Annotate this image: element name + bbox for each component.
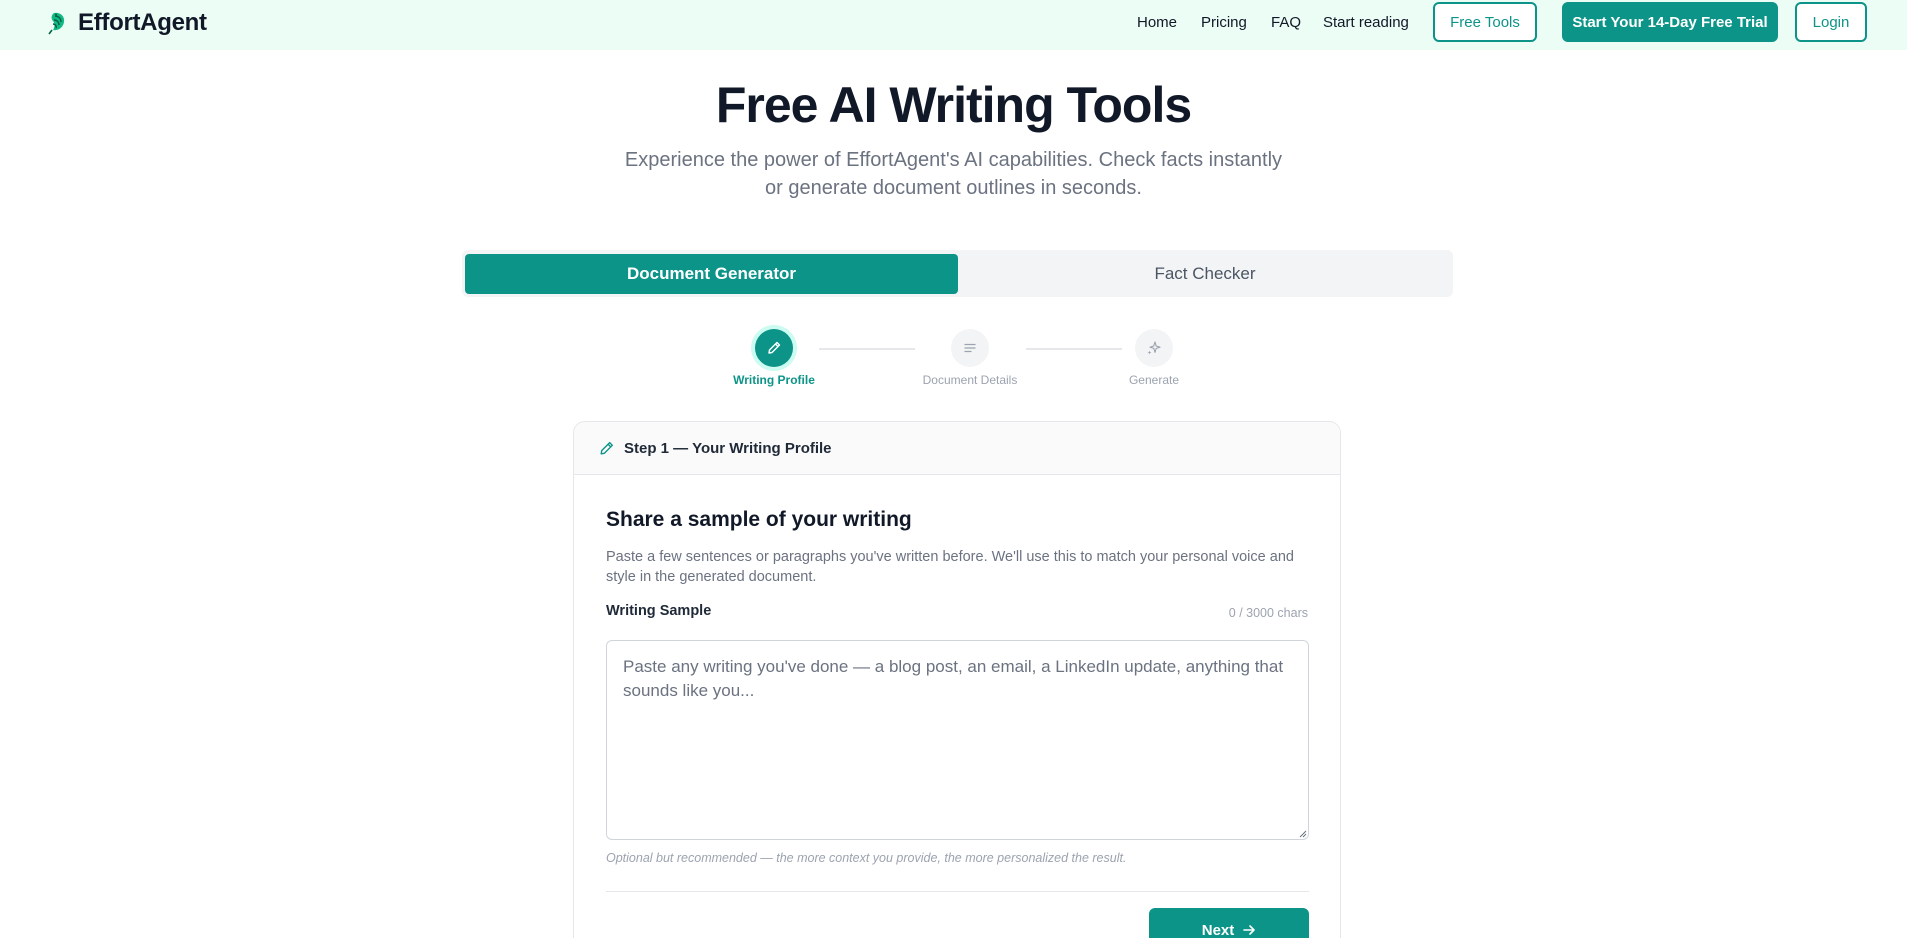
card-header: Step 1 — Your Writing Profile [574, 422, 1340, 475]
char-counter: 0 / 3000 chars [1228, 606, 1308, 620]
step-3-label: Generate [1128, 373, 1180, 387]
leaf-bird-icon [48, 12, 65, 35]
resize-handle-icon[interactable] [1297, 828, 1307, 838]
writing-sample-label: Writing Sample [606, 603, 712, 619]
section-title: Share a sample of your writing [606, 508, 912, 531]
card-header-title: Step 1 — Your Writing Profile [624, 439, 832, 457]
step-3-indicator [1135, 329, 1173, 367]
tab-fact-checker[interactable]: Fact Checker [960, 254, 1450, 294]
step-1-label: Writing Profile [733, 373, 815, 387]
pencil-icon [600, 441, 614, 455]
next-button-label: Next [1201, 921, 1235, 938]
tool-tabs: Document Generator Fact Checker [462, 250, 1453, 297]
nav-home[interactable]: Home [1137, 14, 1177, 31]
divider [606, 891, 1309, 892]
lines-icon [964, 343, 976, 353]
sparkles-icon [1147, 341, 1161, 355]
page-subtitle: Experience the power of EffortAgent's AI… [624, 149, 1283, 199]
next-button[interactable]: Next [1149, 908, 1309, 938]
step-connector [1026, 348, 1122, 350]
brand-name: EffortAgent [78, 9, 207, 36]
nav-pricing[interactable]: Pricing [1201, 14, 1247, 31]
step-2-label: Document Details [922, 373, 1018, 387]
nav-start-reading[interactable]: Start reading [1323, 14, 1409, 31]
writing-sample-textarea[interactable] [606, 640, 1309, 840]
brand-logo[interactable]: EffortAgent [46, 9, 207, 37]
helper-text: Optional but recommended — the more cont… [606, 851, 1127, 865]
arrow-right-icon [1243, 925, 1256, 935]
section-description: Paste a few sentences or paragraphs you'… [606, 549, 1294, 585]
page-title: Free AI Writing Tools [715, 77, 1192, 133]
pencil-icon [768, 341, 781, 354]
start-trial-button[interactable]: Start Your 14-Day Free Trial [1562, 2, 1778, 42]
step-connector [819, 348, 915, 350]
nav-faq[interactable]: FAQ [1271, 14, 1301, 31]
writing-profile-card: Step 1 — Your Writing Profile Share a sa… [573, 421, 1341, 938]
login-button[interactable]: Login [1795, 2, 1867, 42]
top-navbar: EffortAgent Home Pricing FAQ Start readi… [0, 0, 1907, 50]
step-1-indicator [755, 329, 793, 367]
step-2-indicator [951, 329, 989, 367]
tab-document-generator[interactable]: Document Generator [465, 254, 958, 294]
free-tools-button[interactable]: Free Tools [1433, 2, 1537, 42]
